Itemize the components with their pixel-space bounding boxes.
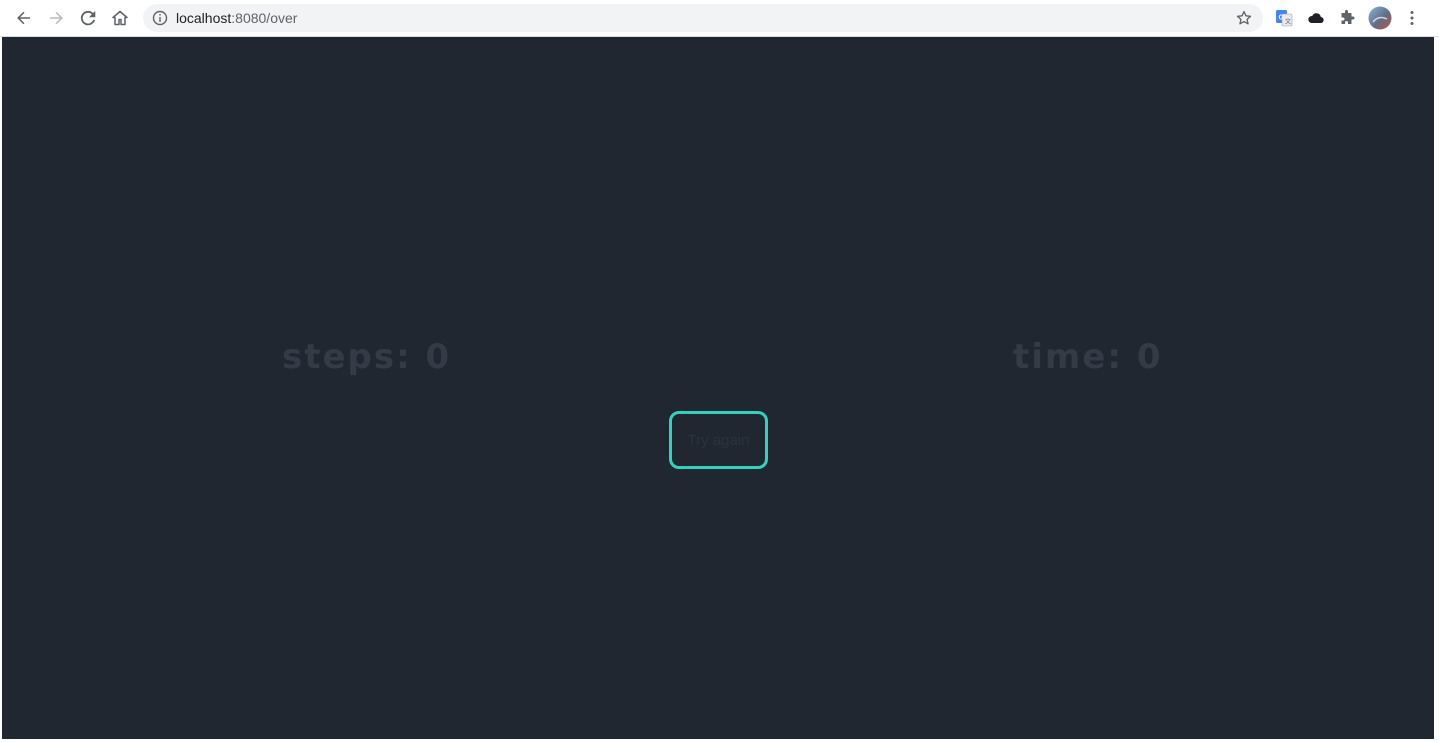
profile-avatar[interactable] bbox=[1368, 6, 1392, 30]
browser-toolbar: localhost:8080/over G 文 bbox=[0, 0, 1439, 37]
translate-icon: G 文 bbox=[1276, 10, 1293, 27]
arrow-right-icon bbox=[50, 11, 63, 25]
arrow-left-icon bbox=[17, 11, 30, 25]
forward-button[interactable] bbox=[42, 4, 70, 32]
cloud-extension[interactable] bbox=[1304, 6, 1328, 30]
address-bar[interactable]: localhost:8080/over bbox=[143, 4, 1263, 32]
home-icon bbox=[112, 10, 128, 26]
extensions-menu-button[interactable] bbox=[1335, 6, 1359, 30]
svg-text:文: 文 bbox=[1285, 18, 1291, 26]
bookmark-star-icon[interactable] bbox=[1235, 9, 1253, 27]
back-button[interactable] bbox=[10, 4, 38, 32]
avatar-icon bbox=[1368, 6, 1392, 30]
time-counter: time: 0 bbox=[1013, 337, 1163, 377]
browser-menu-button[interactable] bbox=[1400, 6, 1424, 30]
url-host: localhost bbox=[176, 10, 232, 26]
url-text[interactable]: localhost:8080/over bbox=[176, 10, 297, 26]
google-translate-extension[interactable]: G 文 bbox=[1272, 6, 1296, 30]
cloud-icon bbox=[1308, 13, 1324, 24]
game-over-screen: steps: 0 time: 0 Try again bbox=[2, 37, 1434, 739]
kebab-menu-icon bbox=[1410, 11, 1414, 25]
svg-text:G: G bbox=[1279, 15, 1285, 22]
steps-counter: steps: 0 bbox=[282, 337, 452, 377]
puzzle-icon bbox=[1341, 10, 1355, 24]
try-again-button[interactable]: Try again bbox=[669, 411, 768, 469]
window-edge-right bbox=[1434, 37, 1439, 742]
home-button[interactable] bbox=[106, 4, 134, 32]
reload-button[interactable] bbox=[74, 4, 102, 32]
info-icon[interactable] bbox=[152, 10, 168, 26]
reload-icon bbox=[80, 10, 96, 26]
url-path: :8080/over bbox=[231, 10, 298, 26]
